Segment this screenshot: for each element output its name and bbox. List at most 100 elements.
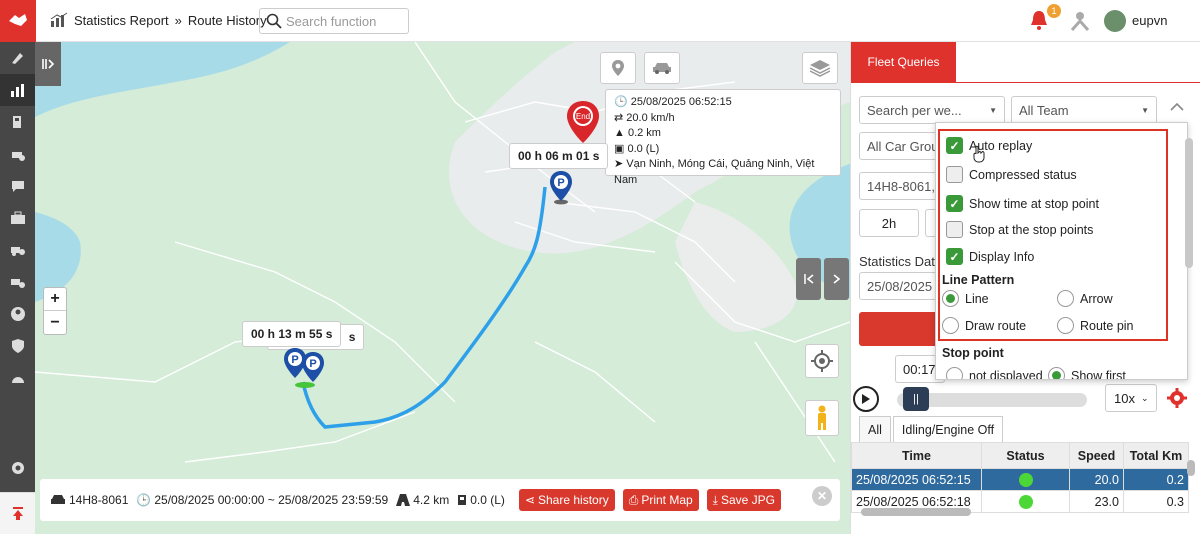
username[interactable]: eupvn — [1132, 13, 1167, 28]
top-bar: Statistics Report » Route History Search… — [0, 0, 1200, 42]
zoom-in-button[interactable]: + — [44, 288, 66, 311]
col-speed[interactable]: Speed — [1069, 442, 1124, 469]
tab-idling-engine-off[interactable]: Idling/Engine Off — [892, 416, 1004, 442]
save-jpg-button[interactable]: ⤓ Save JPG — [706, 489, 782, 511]
expand-icon — [42, 59, 55, 69]
scroll-top-button[interactable] — [0, 492, 35, 534]
sidebar-item-camera[interactable] — [0, 362, 35, 394]
sidebar-item-edit[interactable] — [0, 42, 35, 74]
sidebar-item-fuel[interactable] — [0, 106, 35, 138]
date-value: 25/08/2025 — [867, 278, 933, 294]
breadcrumb-route-history[interactable]: Route History — [188, 13, 267, 28]
breadcrumb-separator: » — [174, 12, 182, 28]
start-marker-icon[interactable]: P P — [281, 347, 331, 391]
route-pin-radio[interactable]: Route pin — [1057, 317, 1134, 334]
stop-duration-behind-tail: s — [348, 330, 356, 344]
sidebar-item-security[interactable] — [0, 330, 35, 362]
draw-route-radio[interactable]: Draw route — [942, 317, 1026, 334]
col-time[interactable]: Time — [851, 442, 982, 469]
table-vertical-scrollbar[interactable] — [1187, 460, 1195, 476]
parking-marker-icon[interactable]: P — [549, 170, 573, 206]
sidebar-item-statistics[interactable] — [0, 74, 35, 106]
route-records-table: Time Status Speed Total Km 25/08/2025 06… — [851, 442, 1189, 513]
zoom-out-button[interactable]: − — [44, 311, 66, 334]
avatar[interactable] — [1104, 10, 1126, 32]
not-displayed-radio[interactable]: not displayed — [946, 367, 1043, 379]
sidebar-item-account[interactable] — [0, 298, 35, 330]
table-horizontal-scrollbar[interactable] — [861, 508, 971, 516]
chevron-left-icon — [803, 274, 813, 284]
map-canvas[interactable]: 🕒 25/08/2025 06:52:15 ⇄ 20.0 km/h ▲ 0.2 … — [35, 42, 850, 534]
checkbox-unchecked — [946, 166, 963, 183]
team-select[interactable]: All Team ▼ — [1011, 96, 1157, 124]
close-summary-button[interactable]: ✕ — [812, 486, 832, 506]
checkbox-checked: ✓ — [946, 248, 963, 265]
car-icon — [653, 63, 671, 74]
print-map-button[interactable]: ⎙ Print Map — [622, 489, 699, 511]
checkbox-checked: ✓ — [946, 137, 963, 154]
display-info-checkbox[interactable]: ✓ Display Info — [946, 248, 1034, 265]
radio-unselected — [1057, 317, 1074, 334]
playback-speed-select[interactable]: 10x ⌄ — [1105, 384, 1157, 412]
sidebar-item-settings[interactable] — [0, 452, 35, 484]
tab-fleet-queries[interactable]: Fleet Queries — [851, 42, 956, 82]
pin-icon — [612, 60, 624, 76]
vehicle-filter-button[interactable] — [644, 52, 680, 84]
stop-at-stop-checkbox[interactable]: Stop at the stop points — [946, 221, 1093, 238]
svg-text:P: P — [309, 358, 316, 370]
play-button[interactable] — [853, 386, 879, 412]
share-history-button[interactable]: ⋖ Share history — [518, 489, 615, 511]
row-speed: 20.0 — [1069, 468, 1124, 491]
compressed-status-checkbox[interactable]: Compressed status — [946, 166, 1077, 183]
end-marker-icon[interactable]: End — [565, 100, 601, 144]
truck-user-icon — [10, 247, 25, 256]
breadcrumb-statistics[interactable]: Statistics Report — [74, 13, 169, 28]
col-status[interactable]: Status — [981, 442, 1070, 469]
show-first-radio[interactable]: Show first — [1048, 367, 1126, 379]
sidebar-item-vehicle-settings[interactable] — [0, 138, 35, 170]
app-logo[interactable] — [0, 0, 36, 42]
line-radio[interactable]: Line — [942, 290, 989, 307]
layers-button[interactable] — [802, 52, 838, 84]
row-speed: 23.0 — [1069, 490, 1124, 513]
show-time-stop-label: Show time at stop point — [969, 196, 1099, 211]
table-row[interactable]: 25/08/2025 06:52:15 20.0 0.2 — [851, 468, 1189, 491]
col-total-km[interactable]: Total Km — [1123, 442, 1189, 469]
collapse-sidebar-button[interactable] — [35, 42, 61, 86]
show-time-stop-checkbox[interactable]: ✓ Show time at stop point — [946, 195, 1099, 212]
street-view-button[interactable] — [805, 400, 839, 436]
my-location-button[interactable] — [805, 344, 839, 378]
row-km: 0.2 — [1123, 468, 1189, 491]
time-value: 00:17 — [903, 361, 936, 377]
radio-unselected — [942, 317, 959, 334]
search-icon — [266, 13, 282, 29]
playback-thumb[interactable]: || — [903, 387, 929, 411]
tab-all[interactable]: All — [859, 416, 891, 442]
radio-unselected — [1057, 290, 1074, 307]
popup-time: 25/08/2025 06:52:15 — [630, 96, 732, 108]
download-icon: ⤓ — [712, 492, 718, 507]
next-panel-button[interactable] — [824, 258, 849, 300]
auto-replay-checkbox[interactable]: ✓ Auto replay — [946, 137, 1032, 154]
svg-text:P: P — [291, 354, 298, 366]
user-group-icon[interactable] — [1070, 10, 1090, 32]
search-input[interactable]: Search function — [259, 8, 409, 34]
hours-2h-button[interactable]: 2h — [859, 209, 919, 237]
search-button[interactable] — [859, 312, 939, 346]
location-filter-button[interactable] — [600, 52, 636, 84]
search-placeholder: Search function — [286, 13, 377, 29]
sidebar-item-drivers[interactable] — [0, 234, 35, 266]
chevron-up-icon[interactable] — [1169, 102, 1185, 112]
sidebar-item-messages[interactable] — [0, 170, 35, 202]
search-period-select[interactable]: Search per we... ▼ — [859, 96, 1005, 124]
sidebar-item-jobs[interactable] — [0, 202, 35, 234]
prev-panel-button[interactable] — [796, 258, 821, 300]
arrow-radio[interactable]: Arrow — [1057, 290, 1113, 307]
search-period-value: Search per we... — [867, 102, 962, 118]
pencil-icon — [11, 53, 23, 64]
dropdown-scrollbar[interactable] — [1185, 138, 1193, 268]
crosshair-icon — [811, 350, 833, 372]
sidebar-item-maintenance[interactable] — [0, 266, 35, 298]
road-icon — [396, 494, 411, 506]
gear-icon[interactable] — [1167, 388, 1187, 408]
